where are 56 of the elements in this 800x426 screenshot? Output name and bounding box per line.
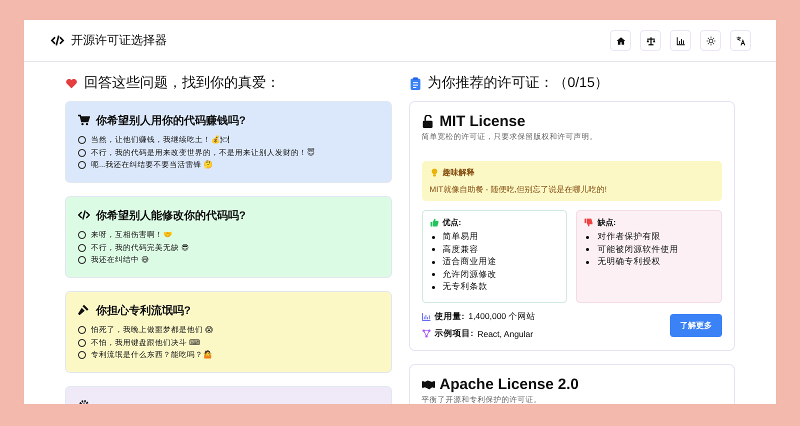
pros-title: 优点: [442, 217, 462, 228]
list-item: 可能被闭源软件使用 [597, 244, 678, 256]
gavel-icon [78, 304, 90, 316]
clipboard-icon [408, 76, 422, 90]
section-heading: 为你推荐的许可证：（0/15） [428, 74, 609, 92]
meta-label: 示例项目: [434, 328, 474, 340]
question-title: 你希望别人用你的代码赚钱吗? [96, 114, 246, 128]
app-title: 开源许可证选择器 [71, 32, 167, 49]
translate-icon [736, 36, 746, 46]
radio-button[interactable] [78, 231, 86, 240]
license-name: MIT License [440, 112, 526, 130]
code-icon [50, 34, 65, 47]
radio-button[interactable] [78, 136, 86, 144]
bulb-icon [430, 168, 438, 177]
scale-icon [646, 36, 656, 46]
question-title: 你希望别人能修改你的代码吗? [96, 208, 246, 222]
list-item: 高度兼容 [442, 244, 478, 256]
thumbs-down-icon [584, 218, 594, 227]
unlock-icon [422, 114, 434, 128]
section-heading: 回答这些问题，找到你的真爱： [84, 74, 280, 92]
meta-value: 1,400,000 个网站 [468, 310, 536, 322]
list-item: 允许闭源修改 [442, 268, 496, 281]
heart-icon [65, 76, 78, 90]
list-item: 适合商业用途 [442, 256, 496, 268]
fun-fact-text: MIT就像自助餐 - 随便吃,但别忘了说是在哪儿吃的! [430, 184, 608, 195]
list-item: 对作者保护有限 [597, 231, 660, 244]
meta-label: 使用量: [434, 310, 464, 322]
bar-chart-icon [676, 36, 686, 46]
nav-button[interactable] [730, 30, 751, 51]
license-name: Apache License 2.0 [440, 376, 579, 392]
radio-button[interactable] [78, 351, 86, 360]
bar-chart-icon [422, 312, 430, 321]
fun-fact-title: 趣味解释 [442, 167, 474, 178]
question-title: 你担心专利流氓吗? [96, 304, 191, 318]
list-item: 无专利条款 [442, 281, 488, 294]
nav-button[interactable] [670, 30, 691, 51]
radio-button[interactable] [78, 326, 86, 334]
network-icon [422, 329, 430, 338]
radio-button[interactable] [78, 148, 86, 157]
radio-button[interactable] [78, 338, 86, 347]
cons-title: 缺点: [597, 217, 616, 228]
learn-more-button[interactable]: 了解更多 [670, 314, 722, 336]
sun-icon [706, 36, 716, 46]
nav-button[interactable] [700, 30, 721, 51]
nav-button[interactable] [610, 30, 631, 51]
radio-button[interactable] [78, 244, 86, 252]
list-item: 简单易用 [442, 231, 478, 244]
code-icon [78, 209, 90, 221]
meta-value: React, Angular [477, 328, 534, 338]
thumbs-up-icon [430, 218, 438, 227]
home-icon [616, 36, 626, 46]
cart-icon [78, 114, 90, 126]
nav-button[interactable] [640, 30, 661, 51]
radio-button[interactable] [78, 161, 86, 170]
list-item: 无明确专利授权 [597, 256, 660, 268]
radio-button[interactable] [78, 256, 86, 264]
